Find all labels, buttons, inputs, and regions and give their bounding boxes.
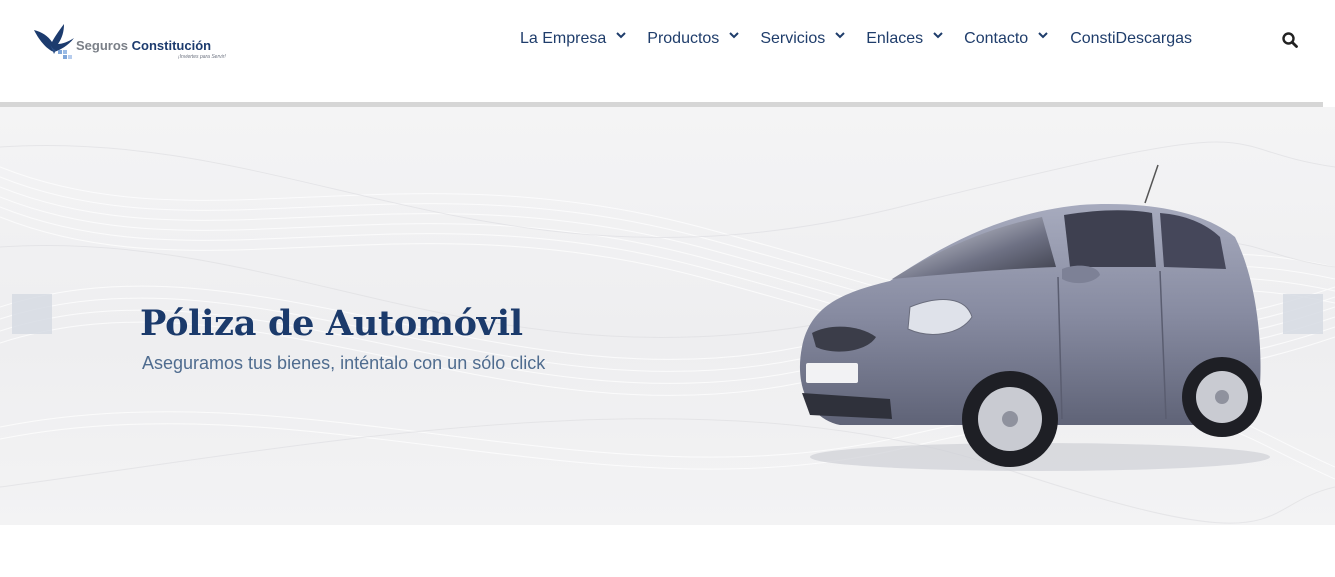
nav-item-contacto[interactable]: Contacto (964, 30, 1049, 48)
nav-label: Servicios (760, 30, 826, 47)
brand-name: Seguros Constitución (76, 38, 211, 53)
eagle-logo-icon (34, 24, 74, 59)
brand-name-part1: Seguros (76, 38, 129, 53)
chevron-down-icon (616, 32, 626, 39)
nav-label: La Empresa (520, 30, 607, 47)
nav-item-constidescargas[interactable]: ConstiDescargas (1070, 30, 1192, 48)
brand-tagline: ¡Inviertes para Servir! (178, 54, 226, 60)
nav-label: ConstiDescargas (1070, 30, 1193, 47)
nav-item-enlaces[interactable]: Enlaces (866, 30, 944, 48)
brand-name-part2: Constitución (131, 38, 212, 53)
brand-logo[interactable]: Seguros Constitución ¡Inviertes para Ser… (32, 20, 242, 64)
search-icon[interactable] (1280, 30, 1300, 50)
nav-label: Productos (647, 30, 720, 47)
nav-item-la-empresa[interactable]: La Empresa (520, 30, 627, 48)
chevron-down-icon (933, 32, 943, 39)
chevron-down-icon (835, 32, 845, 39)
slider-next-arrow[interactable] (1283, 294, 1323, 334)
nav-label: Enlaces (866, 30, 924, 47)
nav-label: Contacto (964, 30, 1029, 47)
nav-item-servicios[interactable]: Servicios (760, 30, 846, 48)
car-image (799, 164, 1270, 471)
main-nav: La Empresa Productos Servicios Enlaces C… (520, 28, 1192, 50)
hero-subtitle: Aseguramos tus bienes, inténtalo con un … (142, 353, 546, 373)
slider-prev-arrow[interactable] (12, 294, 52, 334)
chevron-down-icon (1038, 32, 1048, 39)
chevron-down-icon (729, 32, 740, 39)
site-header: Seguros Constitución ¡Inviertes para Ser… (0, 0, 1335, 104)
nav-item-productos[interactable]: Productos (647, 30, 740, 48)
hero-slider: Póliza de Automóvil Aseguramos tus biene… (0, 107, 1335, 525)
hero-title: Póliza de Automóvil (140, 303, 523, 344)
